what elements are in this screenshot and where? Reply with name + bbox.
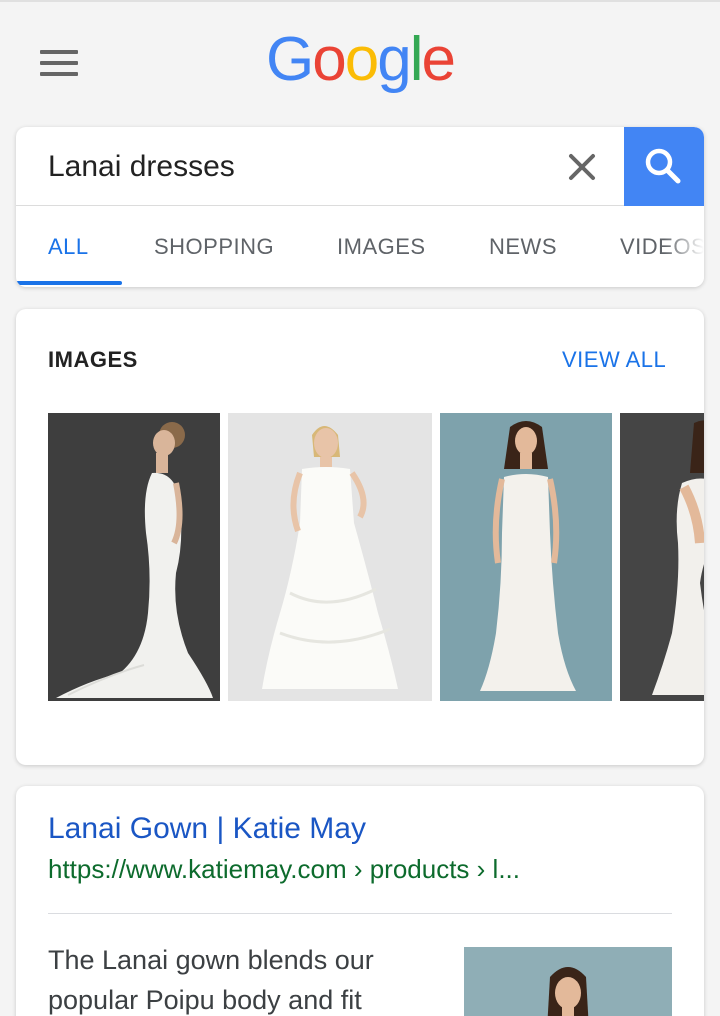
view-all-link[interactable]: VIEW ALL xyxy=(562,347,666,373)
result-title-link[interactable]: Lanai Gown | Katie May xyxy=(48,812,366,846)
tab-all[interactable]: ALL xyxy=(48,207,89,287)
hamburger-menu-icon[interactable] xyxy=(40,50,80,76)
images-section-title: IMAGES xyxy=(48,347,138,372)
search-card: ALL SHOPPING IMAGES NEWS VIDEOS xyxy=(16,127,704,287)
google-logo[interactable]: Google xyxy=(266,24,456,96)
search-button[interactable] xyxy=(624,127,704,206)
tab-images[interactable]: IMAGES xyxy=(337,207,426,287)
header: Google xyxy=(0,2,720,122)
image-thumbnail-4[interactable] xyxy=(620,413,704,701)
logo-letter: g xyxy=(377,25,412,94)
logo-letter: e xyxy=(421,25,456,94)
result-snippet: The Lanai gown blends our popular Poipu … xyxy=(48,945,374,1015)
close-icon[interactable] xyxy=(562,147,602,187)
result-thumbnail[interactable] xyxy=(464,947,672,1016)
search-input[interactable] xyxy=(48,145,548,189)
search-tabs: ALL SHOPPING IMAGES NEWS VIDEOS xyxy=(16,207,704,287)
active-tab-indicator xyxy=(16,281,122,285)
search-result-card: Lanai Gown | Katie May https://www.katie… xyxy=(16,786,704,1016)
image-thumbnail-2[interactable] xyxy=(228,413,432,701)
logo-letter: o xyxy=(344,25,380,94)
image-thumbnail-3[interactable] xyxy=(440,413,612,701)
logo-letter: G xyxy=(266,25,314,94)
divider xyxy=(48,913,672,914)
tab-shopping[interactable]: SHOPPING xyxy=(154,207,274,287)
search-icon xyxy=(645,148,681,183)
tab-news[interactable]: NEWS xyxy=(489,207,557,287)
search-bar xyxy=(16,127,704,206)
logo-letter: o xyxy=(312,25,347,94)
logo-letter: l xyxy=(409,25,424,94)
result-url[interactable]: https://www.katiemay.com › products › l.… xyxy=(48,854,520,885)
tabs-fade xyxy=(664,207,704,287)
image-thumbnail-1[interactable] xyxy=(48,413,220,701)
images-card: IMAGES VIEW ALL xyxy=(16,309,704,765)
